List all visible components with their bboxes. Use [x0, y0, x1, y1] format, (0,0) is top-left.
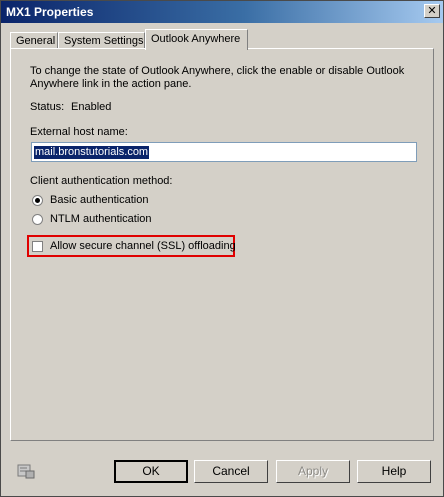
ssl-offloading-checkbox[interactable] — [32, 241, 43, 252]
radio-basic-label[interactable]: Basic authentication — [50, 194, 148, 206]
apply-button[interactable]: Apply — [276, 460, 350, 483]
radio-button-ntlm[interactable] — [32, 214, 43, 225]
tab-general[interactable]: General — [10, 32, 58, 49]
window-title: MX1 Properties — [6, 5, 94, 19]
radio-button-basic[interactable] — [32, 195, 43, 206]
external-host-input[interactable]: mail.bronstutorials.com — [31, 142, 417, 162]
close-button[interactable]: ✕ — [424, 4, 440, 18]
auth-method-label: Client authentication method: — [30, 175, 173, 187]
cancel-button[interactable]: Cancel — [194, 460, 268, 483]
close-icon: ✕ — [427, 5, 437, 17]
properties-help-icon[interactable] — [17, 463, 35, 479]
tab-outlook-anywhere[interactable]: Outlook Anywhere — [145, 29, 248, 50]
external-host-label: External host name: — [30, 126, 128, 138]
radio-ntlm-label[interactable]: NTLM authentication — [50, 213, 152, 225]
radio-selected-dot — [35, 198, 40, 203]
tab-system-settings[interactable]: System Settings — [58, 32, 145, 49]
status-label: Status: — [30, 101, 65, 113]
ssl-offloading-label[interactable]: Allow secure channel (SSL) offloading — [50, 240, 236, 252]
description-text: To change the state of Outlook Anywhere,… — [30, 65, 405, 90]
title-bar: MX1 Properties ✕ — [1, 1, 443, 23]
external-host-value: mail.bronstutorials.com — [34, 146, 150, 159]
help-button[interactable]: Help — [357, 460, 431, 483]
tab-panel-outlook-anywhere: To change the state of Outlook Anywhere,… — [10, 48, 434, 441]
ok-button[interactable]: OK — [114, 460, 188, 483]
status-value: Enabled — [71, 101, 112, 113]
properties-dialog: MX1 Properties ✕ General System Settings… — [0, 0, 444, 497]
